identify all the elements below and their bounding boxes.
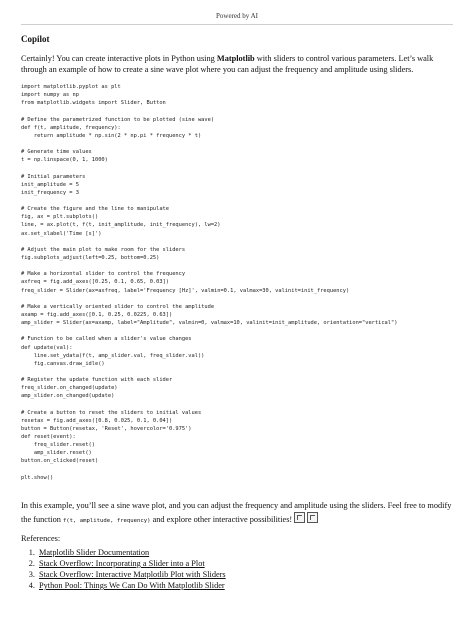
code-line: init_frequency = 3 [21,189,79,196]
code-line: line.set_ydata(f(t, amp_slider.val, freq… [21,352,205,359]
references-list: Matplotlib Slider Documentation Stack Ov… [21,547,226,591]
intro-paragraph: Certainly! You can create interactive pl… [21,53,455,75]
code-line: def f(t, amplitude, frequency): [21,124,121,131]
code-line: resetax = fig.add_axes([0.8, 0.025, 0.1,… [21,417,173,424]
code-line: # Initial parameters [21,173,86,180]
code-line: return amplitude * np.sin(2 * np.pi * fr… [21,132,202,139]
reference-link-2[interactable]: Stack Overflow: Incorporating a Slider i… [39,559,205,568]
code-line: init_amplitude = 5 [21,181,79,188]
code-line: # Adjust the main plot to make room for … [21,246,186,253]
code-line: ax.set_xlabel('Time [s]') [21,230,102,237]
code-line: import numpy as np [21,92,79,99]
intro-bold-matplotlib: Matplotlib [216,54,255,63]
code-line: fig.canvas.draw_idle() [21,360,105,367]
code-line: def update(val): [21,344,73,351]
code-line: amp_slider.on_changed(update) [21,393,115,400]
slider-emoji-icon [307,512,319,523]
intro-text-1: Certainly! You can create interactive pl… [21,54,217,63]
outro-paragraph: In this example, you’ll see a sine wave … [21,500,461,527]
code-line: fig.subplots_adjust(left=0.25, bottom=0.… [21,254,160,261]
code-line: # Define the parametrized function to be… [21,116,215,123]
code-line: button.on_clicked(reset) [21,458,99,465]
code-line: # Register the update function with each… [21,377,173,384]
reference-item: Python Pool: Things We Can Do With Matpl… [37,580,226,591]
code-line: # Function to be called when a slider's … [21,336,192,343]
outro-inline-code: f(t, amplitude, frequency) [62,518,151,524]
code-line: axamp = fig.add_axes([0.1, 0.25, 0.0225,… [21,311,173,318]
code-line: # Create a button to reset the sliders t… [21,409,202,416]
code-line: amp_slider.reset() [21,450,92,457]
code-line: # Generate time values [21,149,92,156]
response-title: Copilot [21,34,50,44]
code-line: def reset(event): [21,434,76,441]
code-line: freq_slider = Slider(ax=axfreq, label='F… [21,287,350,294]
code-line: axfreq = fig.add_axes([0.25, 0.1, 0.65, … [21,279,169,286]
reference-item: Matplotlib Slider Documentation [37,547,226,558]
header-divider [21,24,453,25]
code-line: # Create the figure and the line to mani… [21,206,169,213]
code-line: # Make a vertically oriented slider to c… [21,303,215,310]
code-line: button = Button(resetax, 'Reset', hoverc… [21,425,192,432]
chart-emoji-icon [294,512,306,523]
code-line: plt.show() [21,474,54,481]
outro-text-2: and explore other interactive possibilit… [150,515,293,524]
reference-link-1[interactable]: Matplotlib Slider Documentation [39,548,149,557]
code-line: line, = ax.plot(t, f(t, init_amplitude, … [21,222,221,229]
reference-link-3[interactable]: Stack Overflow: Interactive Matplotlib P… [39,570,226,579]
reference-link-4[interactable]: Python Pool: Things We Can Do With Matpl… [39,581,225,590]
code-line: from matplotlib.widgets import Slider, B… [21,100,166,107]
reference-item: Stack Overflow: Interactive Matplotlib P… [37,569,226,580]
code-line: freq_slider.on_changed(update) [21,385,118,392]
code-block: import matplotlib.pyplot as plt import nu… [21,83,461,482]
code-line: # Make a horizontal slider to control th… [21,271,186,278]
references-heading: References: [21,534,61,543]
powered-by-header: Powered by AI [216,12,258,20]
code-line: import matplotlib.pyplot as plt [21,84,121,90]
code-line: freq_slider.reset() [21,442,95,449]
page: Powered by AI Copilot Certainly! You can… [0,0,474,632]
code-line: t = np.linspace(0, 1, 1000) [21,157,108,164]
code-line: amp_slider = Slider(ax=axamp, label="Amp… [21,320,398,327]
code-line: fig, ax = plt.subplots() [21,214,99,221]
reference-item: Stack Overflow: Incorporating a Slider i… [37,558,226,569]
